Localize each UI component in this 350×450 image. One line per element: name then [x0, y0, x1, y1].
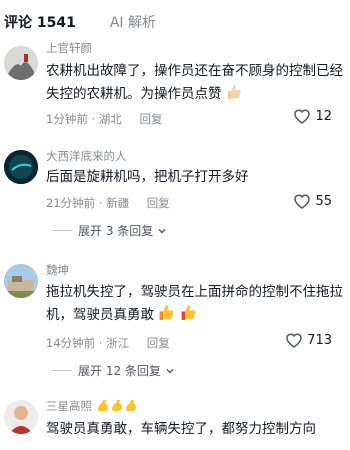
divider	[52, 370, 72, 371]
like-button[interactable]: 55	[293, 193, 332, 209]
comment-username[interactable]: 魏坤	[46, 262, 69, 278]
comment-time-location: 21分钟前 · 新疆	[46, 196, 130, 210]
like-button[interactable]: 713	[285, 332, 332, 348]
comment-username[interactable]: 上官轩颜	[46, 40, 92, 56]
thumbs-up-icon	[226, 84, 242, 108]
like-button[interactable]: 12	[293, 108, 332, 124]
comment-meta: 1分钟前 · 湖北 回复	[46, 111, 162, 127]
comment-text: 后面是旋耕机吗，把机子打开多好	[46, 169, 249, 185]
flexed-biceps-icon	[124, 398, 138, 415]
reply-button[interactable]: 回复	[147, 196, 170, 210]
reply-button[interactable]: 回复	[139, 112, 162, 126]
comment-text: 驾驶员真勇敢，车辆失控了，都努力控制方向	[46, 421, 316, 437]
comment-time-location: 1分钟前 · 湖北	[46, 112, 122, 126]
reply-button[interactable]: 回复	[147, 336, 170, 350]
comment-text: 农耕机出故障了，操作员还在奋不顾身的控制已经失控的农耕机。为操作员点赞	[46, 60, 344, 108]
comment-item: 大西洋底来的人 后面是旋耕机吗，把机子打开多好 21分钟前 · 新疆 回复 55…	[0, 148, 350, 244]
comment-item: 上官轩颜 农耕机出故障了，操作员还在奋不顾身的控制已经失控的农耕机。为操作员点赞…	[0, 40, 350, 135]
tab-ai-analysis[interactable]: AI 解析	[110, 12, 156, 32]
comment-meta: 21分钟前 · 新疆 回复	[46, 195, 170, 211]
avatar[interactable]	[4, 150, 38, 184]
comment-username[interactable]: 大西洋底来的人	[46, 148, 127, 164]
comment-item: 三星高照 驾驶员真勇敢，车辆失控了，都努力控制方向	[0, 396, 350, 450]
like-count: 713	[307, 332, 332, 348]
flexed-biceps-icon	[96, 398, 110, 415]
heart-icon	[294, 194, 311, 209]
flexed-biceps-icon	[110, 398, 124, 415]
avatar[interactable]	[4, 400, 38, 434]
comment-tabs: 评论 1541 AI 解析	[0, 0, 350, 44]
like-count: 55	[315, 193, 332, 209]
comment-item: 魏坤 拖拉机失控了，驾驶员在上面拼命的控制不住拖拉机，驾驶员真勇敢 14分钟前 …	[0, 262, 350, 382]
thumbs-up-icon	[158, 304, 175, 329]
comment-meta: 14分钟前 · 浙江 回复	[46, 335, 170, 351]
expand-replies-button[interactable]: 展开 12 条回复	[52, 362, 175, 379]
expand-replies-button[interactable]: 展开 3 条回复	[52, 222, 167, 239]
avatar[interactable]	[4, 264, 38, 298]
comment-text: 拖拉机失控了，驾驶员在上面拼命的控制不住拖拉机，驾驶员真勇敢	[46, 281, 344, 329]
chevron-down-icon	[158, 228, 166, 233]
thumbs-up-icon	[180, 304, 197, 329]
comment-time-location: 14分钟前 · 浙江	[46, 336, 130, 350]
comment-username[interactable]: 三星高照	[46, 398, 138, 415]
tab-comments[interactable]: 评论 1541	[4, 12, 76, 32]
avatar[interactable]	[4, 46, 38, 80]
chevron-down-icon	[166, 368, 174, 373]
divider	[52, 230, 72, 231]
like-count: 12	[315, 108, 332, 124]
heart-icon	[294, 109, 311, 124]
heart-icon	[286, 333, 302, 348]
